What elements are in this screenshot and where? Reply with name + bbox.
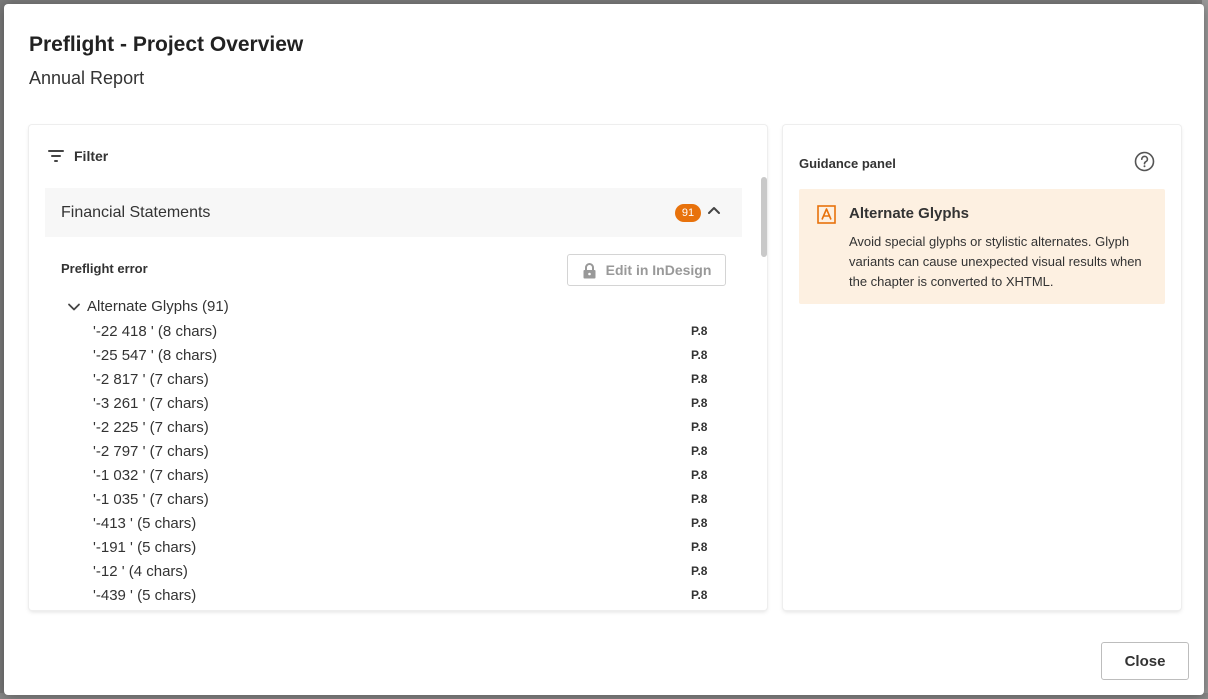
list-item-label: '-3 261 ' (7 chars) <box>93 395 209 412</box>
list-item[interactable]: '-3 261 ' (7 chars) P.8 <box>45 394 742 418</box>
list-item-page: P.8 <box>691 420 708 434</box>
list-item-page: P.8 <box>691 468 708 482</box>
edit-in-indesign-button[interactable]: Edit in InDesign <box>567 254 726 286</box>
error-list-scroll-area[interactable]: Financial Statements 91 Preflight error … <box>45 188 742 610</box>
help-icon[interactable] <box>1134 151 1155 172</box>
list-item-label: '-25 547 ' (8 chars) <box>93 347 218 364</box>
list-item-label: '-2 225 ' (7 chars) <box>93 419 209 436</box>
chevron-down-icon <box>68 303 80 310</box>
list-item-page: P.8 <box>691 444 708 458</box>
list-item-page: P.8 <box>691 588 708 602</box>
list-item-label: '-1 032 ' (7 chars) <box>93 467 209 484</box>
chevron-up-icon[interactable] <box>705 202 723 220</box>
guidance-card-text: Avoid special glyphs or stylistic altern… <box>849 234 1142 289</box>
list-item[interactable]: '-439 ' (5 chars) P.8 <box>45 586 742 610</box>
list-item-page: P.8 <box>691 324 708 338</box>
filter-icon <box>48 150 64 162</box>
group-name: Financial Statements <box>61 204 211 221</box>
list-item-page: P.8 <box>691 372 708 386</box>
tree-parent-alternate-glyphs[interactable]: Alternate Glyphs (91) <box>67 298 229 315</box>
edit-button-label: Edit in InDesign <box>605 262 712 278</box>
guidance-card: Alternate Glyphs Avoid special glyphs or… <box>799 189 1165 304</box>
list-item[interactable]: '-2 225 ' (7 chars) P.8 <box>45 418 742 442</box>
dialog-title: Preflight - Project Overview <box>29 33 304 56</box>
filter-label: Filter <box>74 148 109 164</box>
guidance-panel-title: Guidance panel <box>799 156 896 171</box>
vertical-scrollbar-thumb[interactable] <box>761 177 767 257</box>
list-item-label: '-2 797 ' (7 chars) <box>93 443 209 460</box>
lock-icon <box>583 262 596 278</box>
list-item-label: '-413 ' (5 chars) <box>93 515 197 532</box>
list-item[interactable]: '-2 797 ' (7 chars) P.8 <box>45 442 742 466</box>
group-header-financial-statements[interactable]: Financial Statements 91 <box>45 188 742 237</box>
list-item[interactable]: '-1 035 ' (7 chars) P.8 <box>45 490 742 514</box>
list-item[interactable]: '-191 ' (5 chars) P.8 <box>45 538 742 562</box>
preflight-dialog: Preflight - Project Overview Annual Repo… <box>4 4 1204 695</box>
preflight-errors-panel: Filter Financial Statements 91 Preflight… <box>29 125 767 610</box>
preflight-error-heading: Preflight error <box>61 261 148 276</box>
list-item[interactable]: '-1 032 ' (7 chars) P.8 <box>45 466 742 490</box>
filter-button[interactable]: Filter <box>48 148 108 164</box>
dialog-subtitle: Annual Report <box>29 68 145 88</box>
list-item-label: '-12 ' (4 chars) <box>93 563 188 580</box>
list-item-label: '-22 418 ' (8 chars) <box>93 323 218 340</box>
guidance-card-title: Alternate Glyphs <box>849 205 970 222</box>
error-count-badge: 91 <box>675 204 701 222</box>
list-item[interactable]: '-25 547 ' (8 chars) P.8 <box>45 346 742 370</box>
list-item[interactable]: '-22 418 ' (8 chars) P.8 <box>45 322 742 346</box>
list-item-page: P.8 <box>691 396 708 410</box>
close-button[interactable]: Close <box>1101 642 1189 680</box>
tree-parent-label: Alternate Glyphs (91) <box>87 298 229 315</box>
list-item[interactable]: '-12 ' (4 chars) P.8 <box>45 562 742 586</box>
list-item-label: '-191 ' (5 chars) <box>93 539 197 556</box>
list-item-page: P.8 <box>691 540 708 554</box>
alternate-glyph-icon <box>817 205 836 224</box>
list-item-label: '-2 817 ' (7 chars) <box>93 371 209 388</box>
list-item-page: P.8 <box>691 564 708 578</box>
list-item-page: P.8 <box>691 516 708 530</box>
list-item-page: P.8 <box>691 492 708 506</box>
list-item-label: '-1 035 ' (7 chars) <box>93 491 209 508</box>
guidance-panel: Guidance panel Alternate Glyphs Avoid sp… <box>783 125 1181 610</box>
list-item[interactable]: '-413 ' (5 chars) P.8 <box>45 514 742 538</box>
list-item[interactable]: '-2 817 ' (7 chars) P.8 <box>45 370 742 394</box>
list-item-label: '-439 ' (5 chars) <box>93 587 197 604</box>
list-item-page: P.8 <box>691 348 708 362</box>
